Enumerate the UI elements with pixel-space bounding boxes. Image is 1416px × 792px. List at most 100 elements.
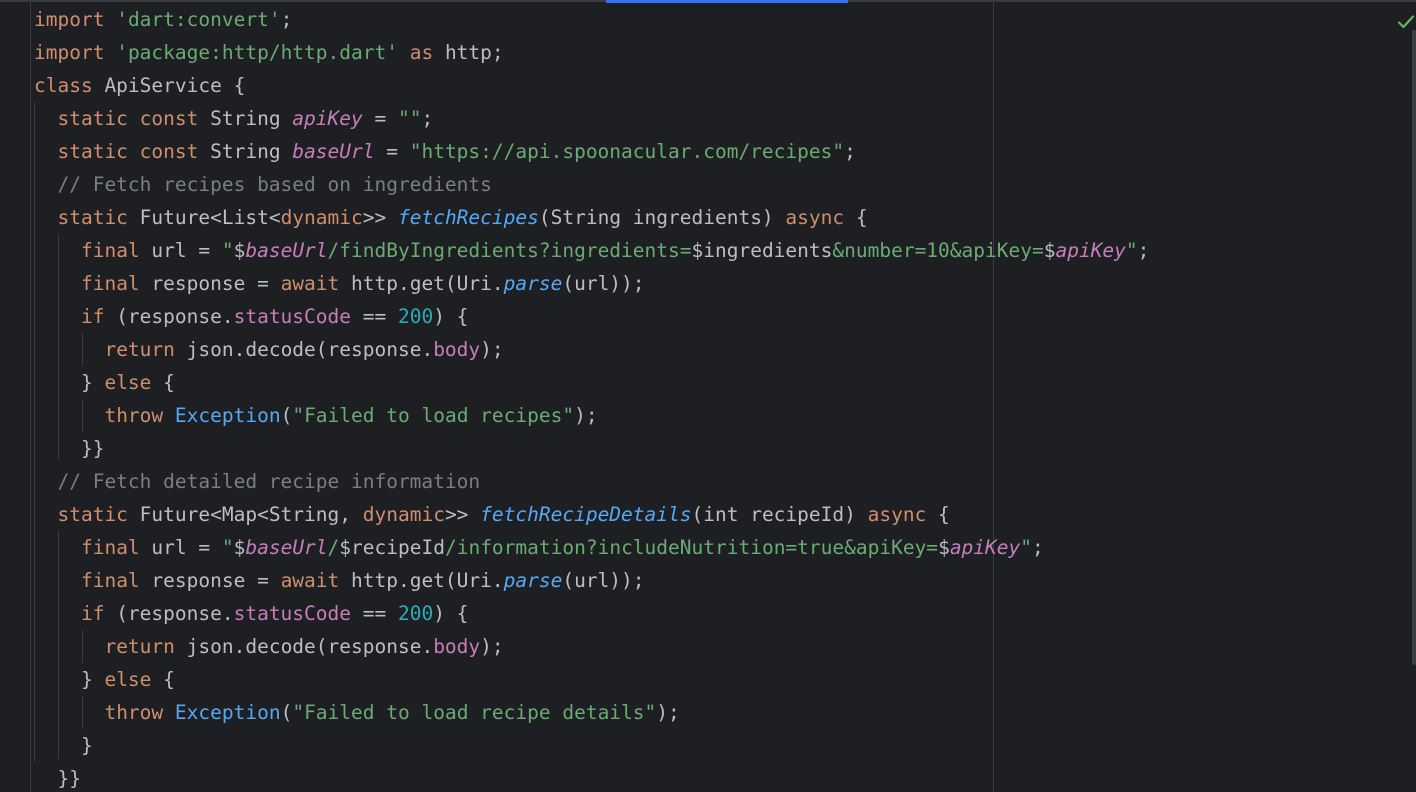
code-token: ;	[280, 8, 293, 31]
code-line[interactable]: static Future<Map<String, dynamic>> fetc…	[0, 498, 1410, 531]
code-token: &number=10&apiKey=	[832, 239, 1044, 262]
code-token: parse	[503, 272, 563, 295]
code-token: }	[34, 734, 93, 757]
code-token: (response.	[104, 305, 234, 328]
code-line[interactable]: static const String baseUrl = "https://a…	[0, 135, 1410, 168]
code-token: ;	[844, 140, 856, 163]
code-token: {	[844, 206, 868, 229]
code-line[interactable]: final response = await http.get(Uri.pars…	[0, 564, 1410, 597]
code-token: =	[374, 140, 410, 163]
code-token: import	[34, 8, 105, 31]
code-line[interactable]: if (response.statusCode == 200) {	[0, 597, 1410, 630]
code-token: ) {	[433, 602, 469, 625]
code-token: final	[80, 239, 140, 262]
code-token: Exception	[174, 701, 281, 724]
code-line[interactable]: static Future<List<dynamic>> fetchRecipe…	[0, 201, 1410, 234]
code-token: 'package:http/http.dart'	[116, 41, 398, 64]
code-token: String	[198, 140, 293, 163]
code-token: );	[480, 635, 504, 658]
code-token: (int recipeId)	[691, 503, 868, 526]
code-token: async	[867, 503, 927, 526]
code-token: "https://api.spoonacular.com/recipes"	[409, 140, 845, 163]
code-token: ==	[351, 602, 398, 625]
code-line[interactable]: class ApiService {	[0, 69, 1410, 102]
code-line[interactable]: final url = "$baseUrl/findByIngredients?…	[0, 234, 1410, 267]
code-token: static const	[57, 107, 199, 130]
code-editor[interactable]: import 'dart:convert'; import 'package:ht…	[0, 0, 1416, 792]
code-token: fetchRecipeDetails	[480, 503, 692, 526]
code-token: String	[198, 107, 293, 130]
code-token: (	[280, 404, 293, 427]
code-area[interactable]: import 'dart:convert'; import 'package:ht…	[0, 3, 1410, 792]
code-token: }	[34, 668, 105, 691]
code-line[interactable]: final response = await http.get(Uri.pars…	[0, 267, 1410, 300]
code-line[interactable]: }}	[0, 432, 1410, 465]
code-token: ;	[1032, 536, 1044, 559]
code-token: static	[57, 503, 128, 526]
code-token: );	[480, 338, 504, 361]
code-token: {	[151, 371, 175, 394]
code-token: await	[280, 569, 340, 592]
code-token: return	[104, 338, 175, 361]
code-token: ;	[421, 107, 434, 130]
code-token: statusCode	[233, 602, 351, 625]
code-token: json.decode(response.	[174, 635, 434, 658]
code-token: ) {	[433, 305, 469, 328]
code-token: {	[151, 668, 175, 691]
code-token: 200	[397, 602, 434, 625]
code-token: baseUrl	[245, 536, 328, 559]
code-token: (url));	[562, 272, 645, 295]
code-token: ""	[397, 107, 422, 130]
code-line[interactable]: // Fetch recipes based on ingredients	[0, 168, 1410, 201]
code-token: throw	[104, 404, 164, 427]
code-token: "	[221, 536, 234, 559]
code-token: body	[433, 338, 481, 361]
code-token: >>	[362, 206, 398, 229]
code-token: apiKey	[949, 536, 1021, 559]
code-token: final	[80, 569, 140, 592]
code-line[interactable]: if (response.statusCode == 200) {	[0, 300, 1410, 333]
code-line[interactable]: throw Exception("Failed to load recipe d…	[0, 696, 1410, 729]
code-token: await	[280, 272, 340, 295]
code-line[interactable]: throw Exception("Failed to load recipes"…	[0, 399, 1410, 432]
code-line[interactable]: return json.decode(response.body);	[0, 630, 1410, 663]
code-token: as	[409, 41, 434, 64]
code-token: (response.	[104, 602, 234, 625]
code-line[interactable]: import 'package:http/http.dart' as http;	[0, 36, 1410, 69]
code-line[interactable]: } else {	[0, 663, 1410, 696]
code-token: ==	[351, 305, 398, 328]
code-token: final	[80, 536, 140, 559]
code-token: "	[1125, 239, 1138, 262]
code-token: return	[104, 635, 175, 658]
code-token: // Fetch detailed recipe information	[57, 470, 481, 493]
code-token: (String ingredients)	[538, 206, 786, 229]
code-token: $	[233, 536, 246, 559]
vertical-scrollbar[interactable]	[1412, 30, 1416, 665]
code-token: fetchRecipes	[397, 206, 539, 229]
code-line[interactable]: final url = "$baseUrl/$recipeId/informat…	[0, 531, 1410, 564]
code-token: baseUrl	[245, 239, 328, 262]
code-line[interactable]: import 'dart:convert';	[0, 3, 1410, 36]
code-token: "Failed to load recipe details"	[292, 701, 657, 724]
code-line[interactable]: }}	[0, 762, 1410, 792]
code-line[interactable]: return json.decode(response.body);	[0, 333, 1410, 366]
code-line[interactable]: } else {	[0, 366, 1410, 399]
code-token: if	[80, 602, 105, 625]
code-token: response =	[139, 569, 281, 592]
code-token: "	[1020, 536, 1033, 559]
code-line[interactable]: // Fetch detailed recipe information	[0, 465, 1410, 498]
code-line[interactable]: }	[0, 729, 1410, 762]
code-line[interactable]: static const String apiKey = "";	[0, 102, 1410, 135]
code-token: );	[574, 404, 598, 427]
code-token: );	[656, 701, 680, 724]
